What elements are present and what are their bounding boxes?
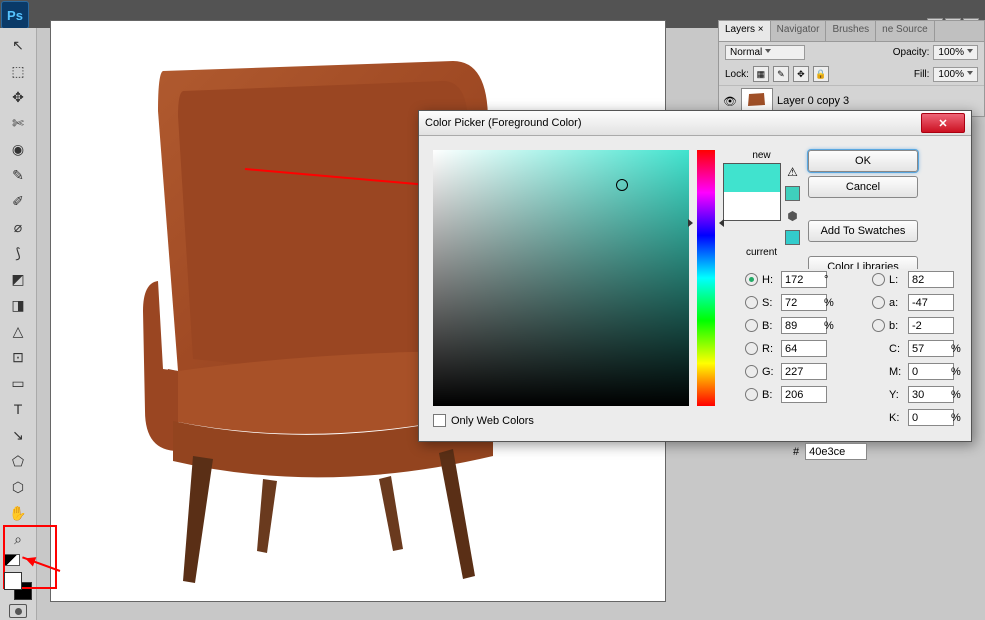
layer-name[interactable]: Layer 0 copy 3 [777, 95, 849, 107]
color-picker-dialog: Color Picker (Foreground Color) ✕ new [418, 110, 972, 442]
websafe-swatch[interactable] [785, 230, 800, 245]
fill-label: Fill: [914, 69, 930, 80]
quickmask-icon[interactable] [9, 604, 27, 618]
lock-all-icon[interactable]: 🔒 [813, 66, 829, 82]
brush-tool[interactable]: ✐ [5, 189, 31, 213]
blend-mode-select[interactable]: Normal [725, 45, 805, 60]
radio-bb[interactable] [745, 388, 758, 401]
panel-tabs: Layers × Navigator Brushes ne Source [719, 21, 984, 42]
input-bv[interactable]: 89 [781, 317, 827, 334]
eraser-tool[interactable]: ◩ [5, 267, 31, 291]
hue-slider[interactable] [697, 150, 715, 406]
clone-tool[interactable]: ⌀ [5, 215, 31, 239]
input-y[interactable]: 30 [908, 386, 954, 403]
eyedropper-tool[interactable]: ◉ [5, 137, 31, 161]
pen-tool[interactable]: ▭ [5, 371, 31, 395]
tab-brushes[interactable]: Brushes [826, 21, 876, 41]
radio-r[interactable] [745, 342, 758, 355]
opacity-input[interactable]: 100% [933, 45, 978, 60]
marquee-tool[interactable]: ⬚ [5, 59, 31, 83]
tab-clone-source[interactable]: ne Source [876, 21, 935, 41]
saturation-marker[interactable] [616, 179, 628, 191]
shape-tool[interactable]: ⬠ [5, 449, 31, 473]
ok-button[interactable]: OK [808, 150, 918, 172]
radio-a[interactable] [872, 296, 885, 309]
path-tool[interactable]: ↘ [5, 423, 31, 447]
opacity-label: Opacity: [893, 47, 930, 58]
input-b2[interactable]: -2 [908, 317, 954, 334]
color-preview [723, 163, 781, 221]
hex-input[interactable]: 40e3ce [805, 443, 867, 460]
new-label: new [752, 150, 770, 161]
gamut-swatch[interactable] [785, 186, 800, 201]
input-g[interactable]: 227 [781, 363, 827, 380]
radio-b2[interactable] [872, 319, 885, 332]
dodge-tool[interactable]: ⊡ [5, 345, 31, 369]
saturation-field[interactable] [433, 150, 689, 406]
app-logo: Ps [1, 1, 29, 29]
dialog-titlebar[interactable]: Color Picker (Foreground Color) ✕ [419, 111, 971, 136]
websafe-warning-icon[interactable]: ⬢ [785, 209, 800, 222]
new-color-swatch[interactable] [724, 164, 780, 192]
fill-input[interactable]: 100% [933, 67, 978, 82]
history-brush-tool[interactable]: ⟆ [5, 241, 31, 265]
radio-bv[interactable] [745, 319, 758, 332]
input-c[interactable]: 57 [908, 340, 954, 357]
tab-navigator[interactable]: Navigator [771, 21, 827, 41]
only-web-colors-checkbox[interactable] [433, 414, 446, 427]
only-web-colors-label: Only Web Colors [451, 415, 534, 427]
lock-label: Lock: [725, 69, 749, 80]
cancel-button[interactable]: Cancel [808, 176, 918, 198]
radio-l2[interactable] [872, 273, 885, 286]
input-bb[interactable]: 206 [781, 386, 827, 403]
move-tool[interactable]: ↖ [5, 33, 31, 57]
lock-trans-icon[interactable]: ▦ [753, 66, 769, 82]
hex-label: # [793, 446, 799, 458]
lock-pixels-icon[interactable]: ✎ [773, 66, 789, 82]
input-m[interactable]: 0 [908, 363, 954, 380]
input-a[interactable]: -47 [908, 294, 954, 311]
blur-tool[interactable]: △ [5, 319, 31, 343]
radio-s[interactable] [745, 296, 758, 309]
input-k[interactable]: 0 [908, 409, 954, 426]
gamut-warning-icon[interactable]: ⚠ [785, 165, 800, 178]
hand-tool[interactable]: ✋ [5, 501, 31, 525]
foreground-color[interactable] [4, 572, 22, 590]
crop-tool[interactable]: ✄ [5, 111, 31, 135]
tab-layers[interactable]: Layers × [719, 21, 771, 41]
lock-pos-icon[interactable]: ✥ [793, 66, 809, 82]
healing-tool[interactable]: ✎ [5, 163, 31, 187]
dialog-title: Color Picker (Foreground Color) [425, 117, 921, 129]
close-button[interactable]: ✕ [921, 113, 965, 133]
radio-h2[interactable] [745, 273, 758, 286]
visibility-icon[interactable]: 👁 [723, 94, 737, 108]
layers-panel: Layers × Navigator Brushes ne Source Nor… [718, 20, 985, 117]
input-h2[interactable]: 172 [781, 271, 827, 288]
lasso-tool[interactable]: ✥ [5, 85, 31, 109]
radio-g[interactable] [745, 365, 758, 378]
gradient-tool[interactable]: ◨ [5, 293, 31, 317]
3d-tool[interactable]: ⬡ [5, 475, 31, 499]
type-tool[interactable]: T [5, 397, 31, 421]
current-color-swatch[interactable] [724, 192, 780, 220]
input-r[interactable]: 64 [781, 340, 827, 357]
add-swatches-button[interactable]: Add To Swatches [808, 220, 918, 242]
current-label: current [746, 247, 777, 258]
input-l[interactable]: 82 [908, 271, 954, 288]
input-s[interactable]: 72 [781, 294, 827, 311]
